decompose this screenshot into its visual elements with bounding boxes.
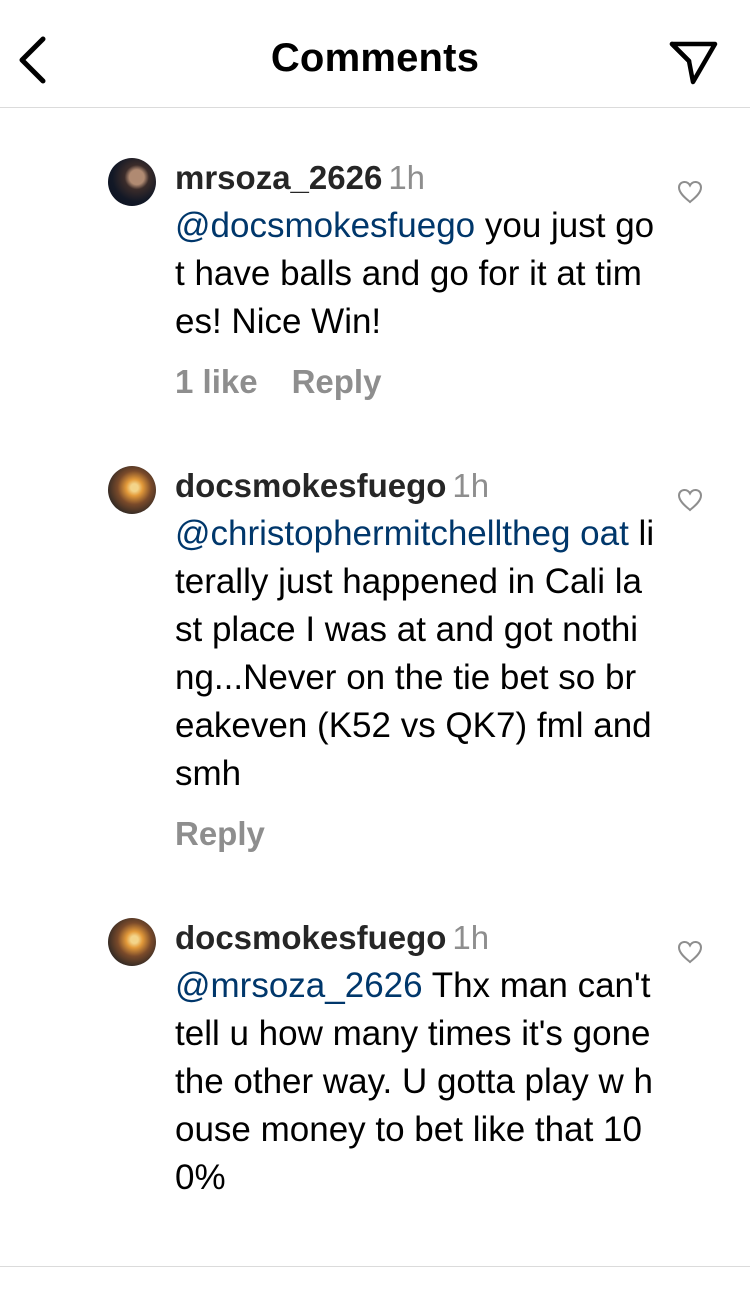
share-button[interactable] bbox=[668, 38, 720, 86]
like-button[interactable] bbox=[677, 940, 703, 964]
avatar[interactable] bbox=[108, 158, 156, 206]
comment-text: @christophermitchelltheg oat literally j… bbox=[175, 510, 655, 798]
avatar[interactable] bbox=[108, 918, 156, 966]
heart-icon bbox=[677, 488, 703, 512]
comment-username[interactable]: mrsoza_2626 bbox=[175, 159, 382, 196]
comment-time: 1h bbox=[452, 467, 490, 504]
comment-body: docsmokesfuego 1h @christophermitchellthe… bbox=[175, 466, 655, 854]
comment-username[interactable]: docsmokesfuego bbox=[175, 919, 446, 956]
comment-time: 1h bbox=[452, 919, 490, 956]
comment-username[interactable]: docsmokesfuego bbox=[175, 467, 446, 504]
comment-text: @mrsoza_2626 Thx man can't tell u how ma… bbox=[175, 962, 655, 1202]
like-button[interactable] bbox=[677, 180, 703, 204]
comment-actions: 1 like Reply bbox=[175, 362, 655, 402]
comment-meta: docsmokesfuego 1h bbox=[175, 466, 655, 506]
comment-mention[interactable]: @mrsoza_2626 bbox=[175, 966, 423, 1005]
likes-count[interactable]: 1 like bbox=[175, 362, 258, 402]
page-title: Comments bbox=[270, 36, 480, 80]
comment-body: mrsoza_2626 1h @docsmokesfuego you just g… bbox=[175, 158, 655, 402]
comment-text: @docsmokesfuego you just got have balls … bbox=[175, 202, 655, 346]
comment-body: docsmokesfuego 1h @mrsoza_2626 Thx man ca… bbox=[175, 918, 655, 1202]
heart-icon bbox=[677, 180, 703, 204]
comment-mention[interactable]: @docsmokesfuego bbox=[175, 206, 475, 245]
heart-icon bbox=[677, 940, 703, 964]
reply-button[interactable]: Reply bbox=[292, 362, 382, 402]
reply-button[interactable]: Reply bbox=[175, 814, 265, 854]
comment-meta: mrsoza_2626 1h bbox=[175, 158, 655, 198]
avatar[interactable] bbox=[108, 466, 156, 514]
paper-plane-icon bbox=[669, 41, 718, 85]
comment-message: literally just happened in Cali last pla… bbox=[175, 514, 655, 793]
comments-header: Comments bbox=[0, 0, 750, 108]
comment-time: 1h bbox=[388, 159, 426, 196]
comment-meta: docsmokesfuego 1h bbox=[175, 918, 655, 958]
comment-mention[interactable]: @christophermitchelltheg oat bbox=[175, 514, 629, 553]
comment-actions: Reply bbox=[175, 814, 655, 854]
divider bbox=[0, 1266, 750, 1267]
like-button[interactable] bbox=[677, 488, 703, 512]
